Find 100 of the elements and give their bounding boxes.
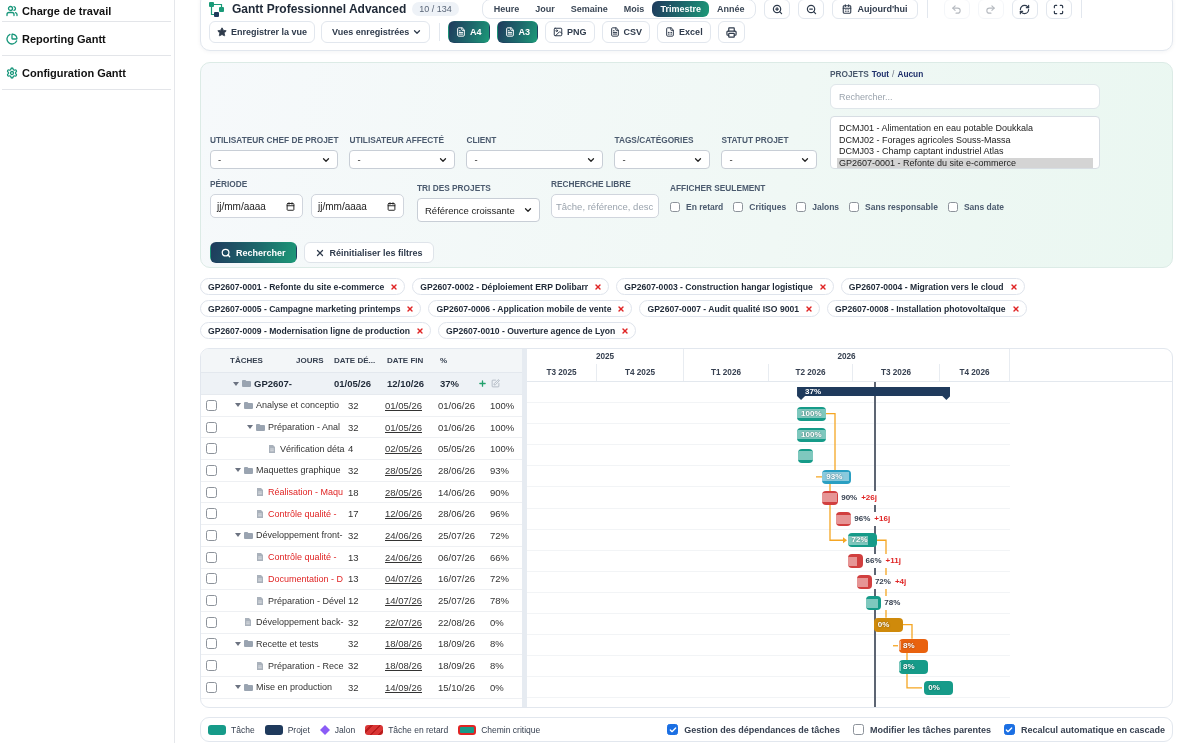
project-tag-label: GP2607-0003 - Construction hangar logistique [624,281,813,292]
checkbox[interactable] [206,529,217,541]
checkbox[interactable] [670,201,680,212]
remove-icon[interactable] [406,304,415,313]
start-date-link[interactable]: 12/06/26 [385,508,422,520]
checkbox[interactable] [947,201,958,212]
remove-icon[interactable] [390,282,399,291]
scale-tab[interactable]: Jour [527,1,563,17]
start-date-link[interactable]: 14/09/26 [385,681,422,693]
users-icon [6,4,18,17]
caret-icon[interactable] [235,533,241,538]
splitter-handle[interactable] [522,349,527,707]
remove-icon[interactable] [594,282,603,291]
project-search-field[interactable]: Rechercher... [830,84,1100,109]
edit-icon[interactable] [491,379,500,388]
save-view-button[interactable]: Enregistrer la vue [209,21,316,43]
scale-tab[interactable]: Semaine [562,1,616,17]
start-date-link[interactable]: 18/08/26 [385,638,422,650]
select-field[interactable]: - [721,150,818,169]
select-field[interactable]: - [349,150,456,169]
project-listbox[interactable]: DCMJ01 - Alimentation en eau potable Doukkala DCMJ02 - Forages agricoles Souss-Massa DCMJ03 - Champ captant industriel Atlas GP2607-0001 - Refonte du site e-commerce [830,116,1100,169]
sidebar-item[interactable]: Reporting Gantt [2,22,171,56]
date-field[interactable]: jj/mm/aaaa [210,194,303,218]
start-date-link[interactable]: 24/06/26 [385,529,422,541]
sort-select[interactable]: Référence croissante [417,198,540,222]
date-field[interactable]: jj/mm/aaaa [311,194,404,218]
checkbox[interactable] [206,508,217,520]
scale-tab[interactable]: Mois [615,1,653,17]
start-date-link[interactable]: 14/07/26 [385,595,422,607]
checkbox[interactable] [206,638,217,650]
checkbox[interactable] [206,399,217,411]
checkbox[interactable] [206,486,217,498]
search-button[interactable]: Rechercher [210,242,297,263]
checkbox[interactable] [206,443,217,455]
scale-tab[interactable]: Heure [485,1,528,17]
start-date-link[interactable]: 18/08/26 [385,660,422,672]
checkbox[interactable] [849,201,860,212]
export-button[interactable]: A3 [496,21,539,43]
caret-icon[interactable] [235,685,241,690]
project-option[interactable]: DCMJ01 - Alimentation en eau potable Doukkala [837,123,1093,135]
select-field[interactable]: - [466,150,604,169]
settings-icon [6,66,18,79]
checkbox[interactable] [206,573,217,585]
select-field[interactable]: - [614,150,711,169]
remove-icon[interactable] [416,326,424,335]
caret-icon[interactable] [235,641,241,646]
add-icon[interactable] [478,379,487,388]
scale-tab[interactable]: Année [708,1,753,17]
select-field[interactable]: - [210,150,338,169]
checkbox[interactable] [852,724,864,735]
zoom-out-button[interactable] [798,0,825,19]
start-date-link[interactable]: 01/05/26 [385,399,422,411]
checkbox[interactable] [206,681,217,693]
start-date-link[interactable]: 01/05/26 [385,421,422,433]
reset-button[interactable]: Réinitialiser les filtres [303,242,434,263]
sidebar-item[interactable]: Charge de travail [2,0,171,22]
zoom-in-button[interactable] [764,0,791,19]
print-button[interactable] [717,21,745,43]
remove-icon[interactable] [617,304,626,313]
checkbox[interactable] [733,201,744,212]
project-option[interactable]: DCMJ02 - Forages agricoles Souss-Massa [837,134,1093,146]
caret-icon[interactable] [235,468,241,473]
caret-icon[interactable] [233,381,239,386]
checkbox[interactable] [667,724,679,735]
remove-icon[interactable] [818,282,827,291]
scale-tab[interactable]: Trimestre [652,1,709,17]
export-button[interactable]: CSV [601,21,651,43]
start-date-link[interactable]: 22/07/26 [385,616,422,628]
checkbox[interactable] [206,551,217,563]
start-date-link[interactable]: 02/05/26 [385,443,422,455]
remove-icon[interactable] [1011,304,1020,313]
export-button[interactable]: PNG [545,21,595,43]
checkbox[interactable] [206,595,217,607]
search-field[interactable]: Tâche, référence, desc [551,194,659,218]
remove-icon[interactable] [805,304,814,313]
select-none-link[interactable]: Aucun [897,69,924,79]
start-date-link[interactable]: 28/05/26 [385,464,422,476]
start-date-link[interactable]: 04/07/26 [385,573,422,585]
checkbox[interactable] [206,616,217,628]
checkbox[interactable] [796,201,807,212]
project-option[interactable]: DCMJ03 - Champ captant industriel Atlas [837,146,1093,158]
select-all-link[interactable]: Tout [871,69,890,79]
export-button[interactable]: A4 [448,21,490,43]
saved-views-select[interactable]: Vues enregistrées [321,21,431,43]
today-button[interactable]: Aujourd'hui [832,0,918,19]
checkbox[interactable] [206,660,217,672]
start-date-link[interactable]: 24/06/26 [385,551,422,563]
caret-icon[interactable] [235,403,241,408]
sidebar-item[interactable]: Configuration Gantt [2,56,171,90]
checkbox[interactable] [206,464,217,476]
caret-icon[interactable] [247,425,253,430]
refresh-button[interactable] [1011,0,1038,19]
project-option[interactable]: GP2607-0001 - Refonte du site e-commerce [837,157,1093,168]
remove-icon[interactable] [621,326,630,335]
fullscreen-button[interactable] [1045,0,1072,19]
checkbox[interactable] [206,421,217,433]
export-button[interactable]: Excel [657,21,711,43]
start-date-link[interactable]: 28/05/26 [385,486,422,498]
remove-icon[interactable] [1009,282,1018,291]
checkbox[interactable] [1003,724,1015,735]
